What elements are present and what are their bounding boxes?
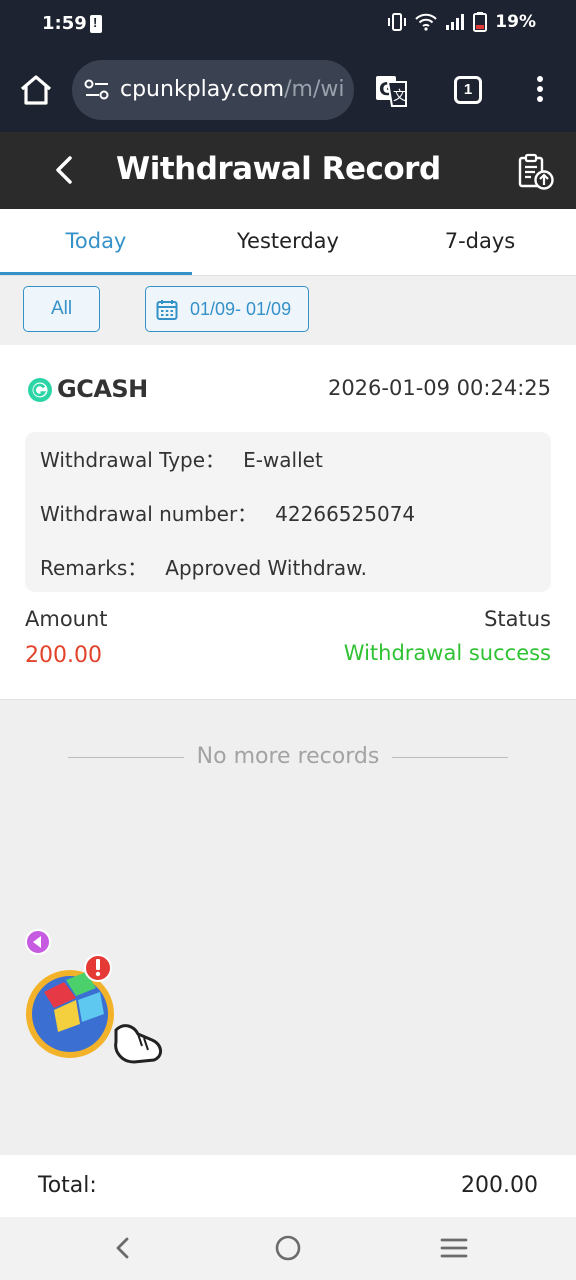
status-label: Status	[484, 607, 551, 631]
wifi-icon	[415, 13, 438, 31]
remarks-label: Remarks：	[40, 556, 148, 580]
record-upload-icon[interactable]	[516, 152, 556, 192]
back-arrow-icon[interactable]	[48, 152, 78, 188]
url-text[interactable]: cpunkplay.com/m/wi	[120, 77, 344, 102]
battery-icon	[473, 12, 488, 32]
status-bar: 1:59 19%	[0, 0, 576, 50]
withdrawal-type-label: Withdrawal Type：	[40, 448, 226, 472]
svg-text:文: 文	[393, 89, 406, 104]
battery-percent: 19%	[495, 12, 536, 32]
amount-value: 200.00	[25, 643, 102, 668]
nav-recents-icon[interactable]	[440, 1237, 468, 1259]
more-vert-icon[interactable]	[534, 76, 546, 106]
url-bar[interactable]: cpunkplay.com/m/wi	[72, 60, 354, 120]
date-range-button[interactable]: 01/09- 01/09	[145, 286, 309, 332]
tab-7-days[interactable]: 7-days	[384, 209, 576, 275]
withdrawal-number-value: 42266525074	[275, 502, 416, 526]
status-time: 1:59	[42, 13, 87, 34]
gcash-logo-icon	[28, 378, 52, 402]
withdrawal-number-label: Withdrawal number：	[40, 502, 258, 526]
total-label: Total:	[38, 1173, 97, 1198]
app-header: Withdrawal Record	[0, 132, 576, 209]
divider	[392, 757, 508, 758]
tabs-icon[interactable]: 1	[454, 76, 482, 104]
url-domain: cpunkplay.com	[120, 77, 285, 102]
site-settings-icon[interactable]	[84, 78, 110, 102]
withdrawal-type-row: Withdrawal Type： E-wallet	[40, 444, 323, 473]
url-path: /m/wi	[284, 77, 344, 102]
withdrawal-type-value: E-wallet	[243, 448, 323, 472]
game-cube-icon[interactable]	[24, 952, 166, 1068]
withdrawal-number-row: Withdrawal number： 42266525074	[40, 498, 415, 527]
tab-today[interactable]: Today	[0, 209, 192, 275]
total-value: 200.00	[461, 1173, 538, 1198]
remarks-row: Remarks： Approved Withdraw.	[40, 552, 367, 581]
remarks-value: Approved Withdraw.	[165, 556, 368, 580]
amount-label: Amount	[25, 607, 108, 631]
nav-back-icon[interactable]	[110, 1235, 136, 1261]
notification-icon	[90, 15, 102, 33]
vibrate-icon	[388, 13, 407, 31]
browser-toolbar: cpunkplay.com/m/wi G文 1	[0, 50, 576, 132]
signal-icon	[446, 14, 465, 30]
page-title: Withdrawal Record	[116, 151, 441, 187]
home-icon[interactable]	[18, 72, 54, 108]
record-details: Withdrawal Type： E-wallet Withdrawal numb…	[25, 432, 551, 592]
record-datetime: 2026-01-09 00:24:25	[327, 376, 551, 400]
nav-home-icon[interactable]	[275, 1235, 301, 1261]
list-end-indicator: No more records	[68, 742, 508, 772]
date-tabs: Today Yesterday 7-days	[0, 209, 576, 276]
system-nav-bar	[0, 1217, 576, 1280]
total-bar: Total: 200.00	[0, 1155, 576, 1217]
filter-row: All 01/09- 01/09	[0, 276, 576, 345]
status-icons: 19%	[387, 12, 536, 32]
calendar-icon	[156, 300, 178, 320]
status-value: Withdrawal success	[343, 641, 551, 665]
date-range-text: 01/09- 01/09	[190, 299, 292, 319]
payment-method-name: GCASH	[57, 375, 148, 403]
withdrawal-record-card[interactable]: GCASH 2026-01-09 00:24:25 Withdrawal Typ…	[0, 345, 576, 700]
tab-yesterday[interactable]: Yesterday	[192, 209, 384, 275]
filter-all-button[interactable]: All	[23, 286, 100, 332]
translate-icon[interactable]: G文	[374, 72, 410, 108]
